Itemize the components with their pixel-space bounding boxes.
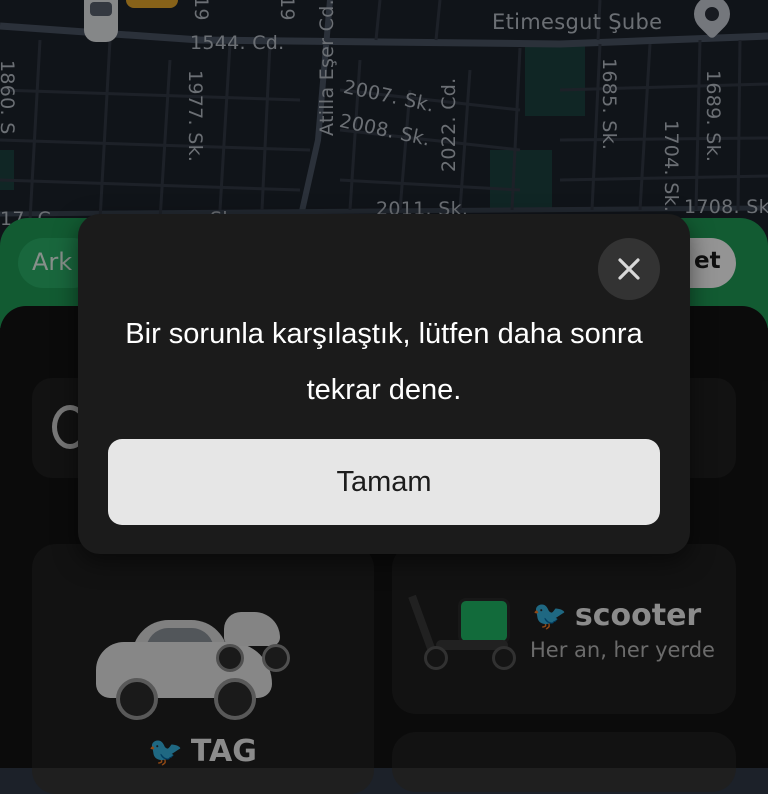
ok-button[interactable]: Tamam bbox=[108, 439, 660, 525]
close-button[interactable] bbox=[598, 238, 660, 300]
close-icon bbox=[618, 258, 640, 280]
dialog-message: Bir sorunla karşılaştık, lütfen daha son… bbox=[125, 318, 643, 406]
